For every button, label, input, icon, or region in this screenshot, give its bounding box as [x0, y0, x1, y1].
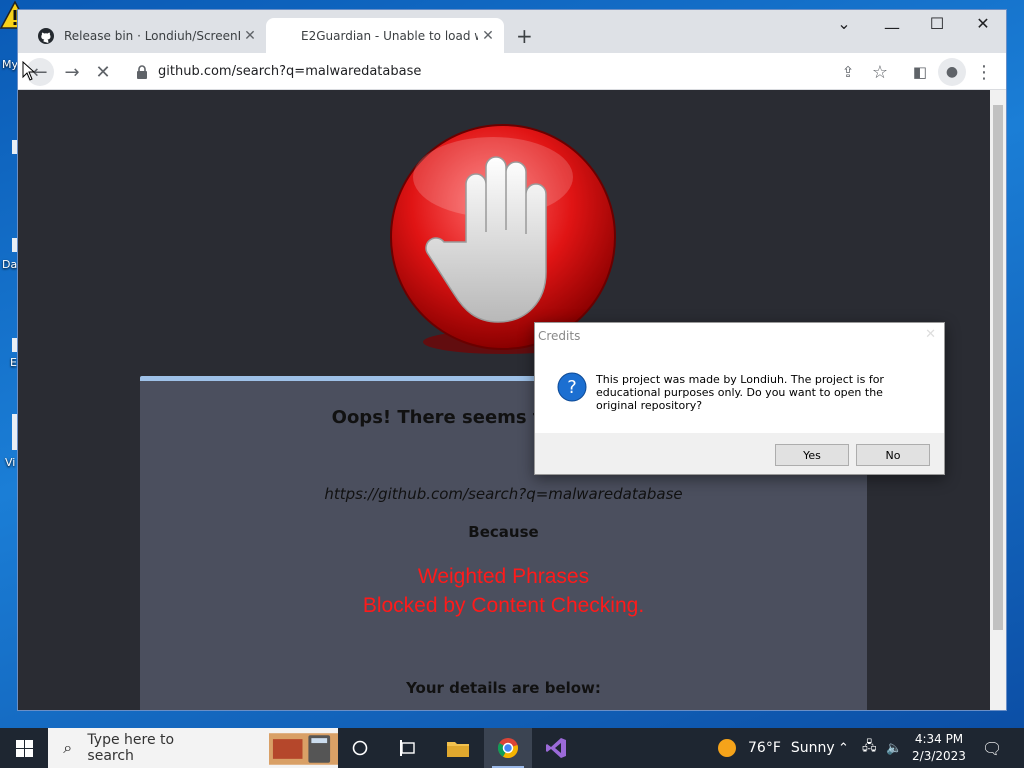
question-icon: ? — [557, 372, 587, 402]
weather-temp: 76°F — [748, 740, 781, 756]
scrollbar-thumb[interactable] — [993, 105, 1003, 630]
side-panel-icon[interactable]: ◧ — [906, 58, 934, 86]
dialog-title: Credits — [538, 329, 581, 343]
yes-button[interactable]: Yes — [775, 444, 849, 466]
because-label: Because — [468, 523, 539, 541]
volume-icon[interactable]: 🔈 — [886, 728, 902, 768]
dialog-footer: Yes No — [535, 433, 944, 474]
mouse-cursor-icon — [22, 61, 36, 81]
forward-icon[interactable]: → — [58, 58, 86, 86]
task-view-icon[interactable] — [384, 728, 432, 768]
close-tab-icon[interactable]: ✕ — [478, 28, 498, 44]
tab-release-bin[interactable]: Release bin · Londiuh/ScreenFuck ✕ — [28, 18, 266, 53]
details-label: Your details are below: — [406, 679, 601, 697]
dialog-close-icon[interactable]: ✕ — [925, 327, 936, 342]
desktop-icon-label[interactable]: My — [2, 58, 18, 71]
tab-title: Release bin · Londiuh/ScreenFuck — [64, 28, 240, 43]
chrome-taskbar-icon[interactable] — [484, 728, 532, 768]
close-window-icon[interactable]: ✕ — [963, 14, 1003, 33]
lock-icon[interactable] — [136, 64, 148, 79]
start-button[interactable] — [0, 728, 48, 768]
stop-loading-icon[interactable]: ✕ — [89, 58, 117, 86]
cortana-icon[interactable] — [336, 728, 384, 768]
maximize-icon[interactable]: ☐ — [917, 14, 957, 33]
calculator-highlight-icon — [269, 733, 338, 765]
new-tab-icon[interactable]: + — [516, 24, 533, 48]
network-icon[interactable]: 🖧 — [862, 728, 877, 768]
page-scrollbar[interactable] — [990, 90, 1006, 710]
url-text: github.com/search?q=malwaredatabase — [158, 64, 422, 79]
share-icon[interactable]: ⇪ — [834, 58, 862, 86]
weather-condition: Sunny — [790, 740, 835, 756]
github-icon — [38, 27, 54, 44]
block-reason-line2: Blocked by Content Checking. — [362, 594, 645, 617]
chevron-up-icon[interactable]: ⌃ — [838, 728, 849, 768]
tab-strip: Release bin · Londiuh/ScreenFuck ✕ E2Gua… — [18, 10, 1006, 53]
svg-text:?: ? — [567, 377, 577, 398]
desktop-icon-label[interactable]: Da — [2, 258, 17, 271]
clock-time: 4:34 PM — [914, 732, 964, 746]
dialog-message: This project was made by Londiuh. The pr… — [596, 373, 884, 412]
tab-e2guardian[interactable]: E2Guardian - Unable to load web page ✕ — [266, 18, 504, 53]
blocked-url: https://github.com/search?q=malwaredatab… — [324, 485, 683, 503]
menu-kebab-icon[interactable]: ⋮ — [970, 58, 998, 86]
taskbar: ⌕ Type here to search 76°F Sunny ⌃ 🖧 🔈 4… — [0, 728, 1024, 768]
profile-avatar-icon[interactable]: ● — [938, 58, 966, 86]
sun-icon — [718, 739, 736, 757]
desktop-icon-label[interactable]: Vi — [5, 456, 15, 469]
search-placeholder: Type here to search — [87, 732, 175, 764]
close-tab-icon[interactable]: ✕ — [240, 28, 260, 44]
visual-studio-icon[interactable] — [532, 728, 580, 768]
bookmark-star-icon[interactable]: ☆ — [866, 58, 894, 86]
address-bar[interactable]: github.com/search?q=malwaredatabase — [128, 57, 954, 86]
clock-date: 2/3/2023 — [912, 749, 966, 763]
tab-search-icon[interactable]: ⌄ — [824, 14, 864, 33]
block-reason-line1: Weighted Phrases — [417, 565, 590, 588]
block-reason: Weighted Phrases Blocked by Content Chec… — [140, 562, 867, 620]
weather-widget[interactable]: 76°F Sunny — [718, 728, 835, 768]
desktop-icon-label[interactable]: E — [10, 356, 17, 369]
tab-title: E2Guardian - Unable to load web page — [301, 28, 478, 43]
no-button[interactable]: No — [856, 444, 930, 466]
credits-dialog: Credits ✕ ? This project was made by Lon… — [534, 322, 945, 475]
windows-logo-icon — [15, 739, 33, 757]
file-explorer-icon[interactable] — [434, 728, 482, 768]
notification-icon[interactable]: 🗨 — [982, 728, 1002, 768]
browser-toolbar: ← → ✕ github.com/search?q=malwaredatabas… — [18, 53, 1006, 90]
minimize-icon[interactable]: — — [872, 18, 912, 37]
taskbar-search-box[interactable]: ⌕ Type here to search — [48, 728, 338, 768]
system-clock[interactable]: 4:34 PM 2/3/2023 — [908, 731, 970, 765]
search-icon: ⌕ — [63, 738, 73, 757]
